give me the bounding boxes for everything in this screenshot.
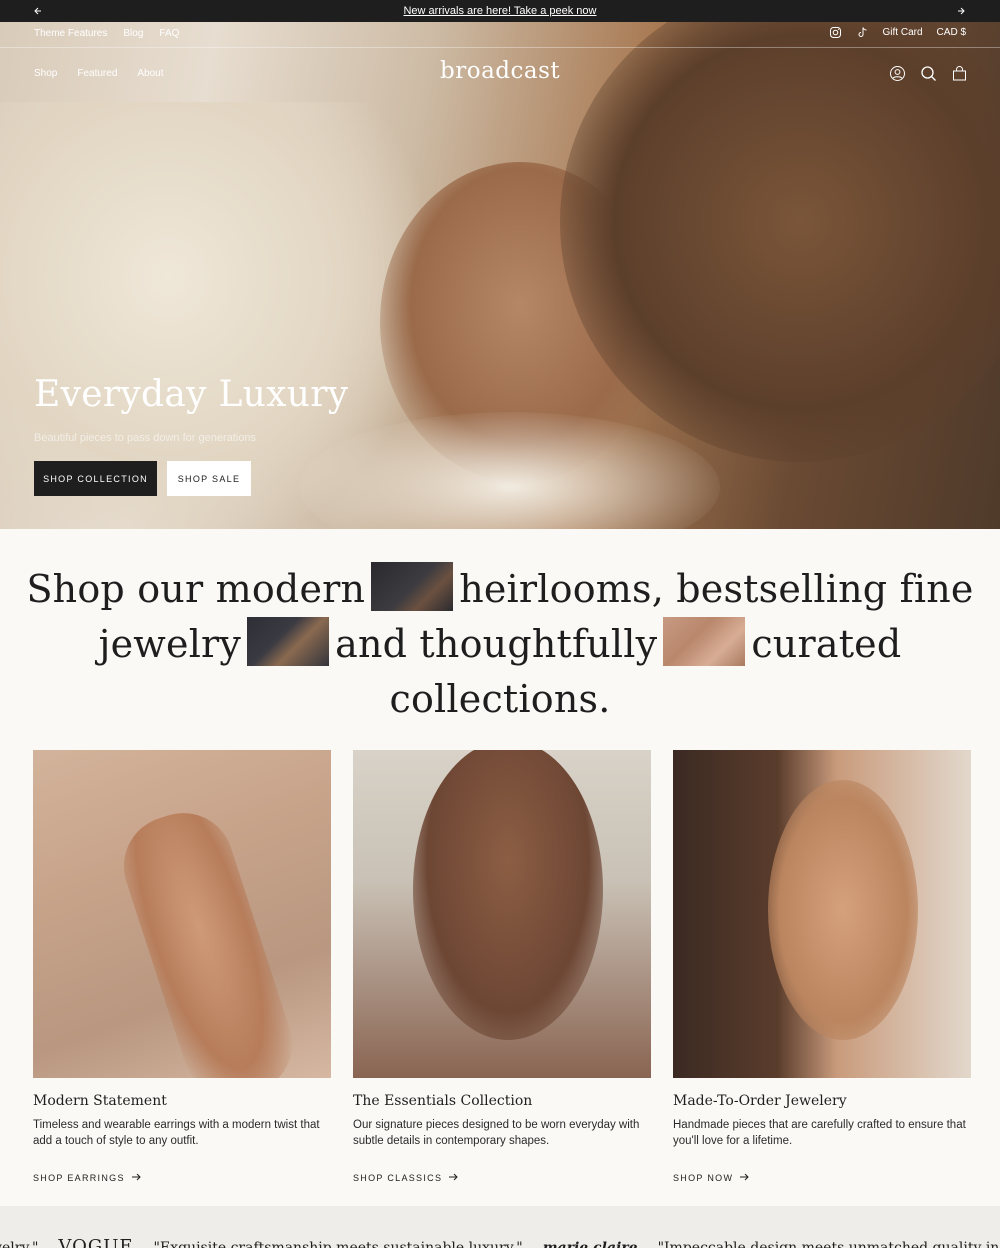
collection-image[interactable] — [33, 750, 331, 1078]
nav-faq[interactable]: FAQ — [159, 28, 179, 39]
collection-description: Timeless and wearable earrings with a mo… — [33, 1119, 320, 1147]
statement-text: heirlooms, bestselling fine — [459, 567, 974, 611]
arrow-right-icon — [131, 1172, 141, 1184]
collection-description: Our signature pieces designed to be worn… — [353, 1119, 640, 1147]
collection-card[interactable]: Made-To-Order Jewelery Handmade pieces t… — [673, 750, 971, 1184]
statement-text: and thoughtfully — [335, 622, 658, 666]
currency-selector[interactable]: CAD $ — [937, 27, 966, 38]
vogue-logo: VOGUE — [58, 1236, 134, 1248]
hero-subtitle: Beautiful pieces to pass down for genera… — [34, 432, 256, 444]
collection-title: Modern Statement — [33, 1093, 167, 1109]
account-icon[interactable] — [889, 65, 906, 82]
shop-sale-button[interactable]: SHOP SALE — [167, 461, 251, 496]
arrow-left-icon[interactable] — [31, 4, 45, 18]
statement-text: curated — [751, 622, 902, 666]
collection-grid: Modern Statement Timeless and wearable e… — [33, 750, 971, 1184]
shop-earrings-link[interactable]: SHOP EARRINGS — [33, 1172, 331, 1184]
collection-description: Handmade pieces that are carefully craft… — [673, 1119, 966, 1147]
press-quote: "Exquisite craftsmanship meets sustainab… — [153, 1240, 523, 1248]
site-logo[interactable]: broadcast — [440, 58, 560, 84]
statement-text: collections. — [389, 677, 611, 721]
nav-about[interactable]: About — [137, 68, 163, 79]
announcement-bar: New arrivals are here! Take a peek now — [0, 0, 1000, 22]
arrow-right-icon — [448, 1172, 458, 1184]
link-label: SHOP CLASSICS — [353, 1173, 443, 1183]
shop-now-link[interactable]: SHOP NOW — [673, 1172, 971, 1184]
statement-heading: Shop our modern heirlooms, bestselling fi… — [20, 562, 980, 727]
search-icon[interactable] — [920, 65, 937, 82]
nav-featured[interactable]: Featured — [77, 68, 117, 79]
press-marquee: welry." VOGUE "Exquisite craftsmanship m… — [0, 1206, 1000, 1248]
link-label: SHOP EARRINGS — [33, 1173, 125, 1183]
main-nav: Shop Featured About broadcast — [0, 48, 1000, 98]
press-quote: "Impeccable design meets unmatched quali… — [657, 1240, 1000, 1248]
instagram-icon[interactable] — [829, 26, 842, 39]
gift-card-link[interactable]: Gift Card — [883, 27, 923, 38]
ring-thumbnail — [663, 617, 746, 666]
statement-text: jewelry — [98, 622, 242, 666]
arrow-right-icon[interactable] — [954, 4, 968, 18]
collection-card[interactable]: The Essentials Collection Our signature … — [353, 750, 651, 1184]
hero-banner: Theme Features Blog FAQ Gift Card CAD $ … — [0, 22, 1000, 529]
marie-claire-logo: marie claire — [542, 1240, 638, 1248]
nav-theme-features[interactable]: Theme Features — [34, 28, 107, 39]
announcement-link[interactable]: New arrivals are here! Take a peek now — [403, 5, 596, 17]
collection-title: Made-To-Order Jewelery — [673, 1093, 847, 1109]
collection-card[interactable]: Modern Statement Timeless and wearable e… — [33, 750, 331, 1184]
collection-image[interactable] — [353, 750, 651, 1078]
bracelet-thumbnail — [371, 562, 454, 611]
nav-shop[interactable]: Shop — [34, 68, 57, 79]
hero-title: Everyday Luxury — [34, 374, 349, 415]
collection-image[interactable] — [673, 750, 971, 1078]
press-quote: welry." — [0, 1240, 39, 1248]
utility-nav: Theme Features Blog FAQ Gift Card CAD $ — [0, 22, 1000, 48]
shop-collection-button[interactable]: SHOP COLLECTION — [34, 461, 157, 496]
arrow-right-icon — [739, 1172, 749, 1184]
nav-blog[interactable]: Blog — [123, 28, 143, 39]
link-label: SHOP NOW — [673, 1173, 734, 1183]
tiktok-icon[interactable] — [856, 26, 869, 39]
shop-classics-link[interactable]: SHOP CLASSICS — [353, 1172, 651, 1184]
cart-icon[interactable] — [951, 65, 968, 82]
collection-title: The Essentials Collection — [353, 1093, 533, 1109]
statement-text: Shop our modern — [26, 567, 366, 611]
necklace-thumbnail — [247, 617, 330, 666]
